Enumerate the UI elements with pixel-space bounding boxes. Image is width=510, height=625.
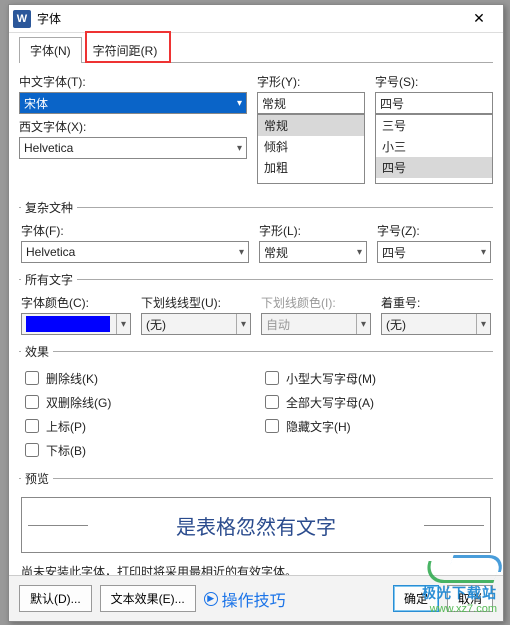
chevron-down-icon: ▾ — [116, 314, 126, 334]
label-font-color: 字体颜色(C): — [21, 294, 131, 311]
underline-type-combo[interactable]: (无) ▾ — [141, 313, 251, 335]
style-input[interactable]: 常规 — [257, 92, 365, 114]
close-button[interactable]: ✕ — [459, 5, 499, 33]
legend-alltext: 所有文字 — [21, 271, 77, 288]
list-item[interactable]: 四号 — [376, 157, 492, 178]
group-effects: 效果 删除线(K) 双删除线(G) 上标(P) 下标(B) 小型大写字母(M) … — [19, 343, 493, 462]
cn-font-value: 宋体 — [24, 95, 48, 112]
tab-font[interactable]: 字体(N) — [19, 37, 82, 63]
label-size: 字号(S): — [375, 73, 493, 90]
style-list[interactable]: 常规 倾斜 加粗 — [257, 114, 365, 184]
label-emphasis: 着重号: — [381, 294, 491, 311]
label-complex-font: 字体(F): — [21, 222, 249, 239]
label-complex-size: 字号(Z): — [377, 222, 491, 239]
checkbox[interactable] — [265, 395, 279, 409]
label-cn-font: 中文字体(T): — [19, 73, 247, 90]
label-style: 字形(Y): — [257, 73, 365, 90]
chevron-down-icon: ▾ — [356, 314, 366, 334]
list-item[interactable]: 倾斜 — [258, 136, 364, 157]
emphasis-value: (无) — [386, 316, 406, 333]
underline-color-combo: 自动 ▾ — [261, 313, 371, 335]
checkbox[interactable] — [265, 371, 279, 385]
complex-size-value: 四号 — [382, 244, 406, 261]
group-complex: 复杂文种 字体(F): Helvetica ▾ 字形(L): 常规 ▾ — [19, 199, 493, 263]
chevron-down-icon: ▾ — [236, 314, 246, 334]
label-complex-style: 字形(L): — [259, 222, 367, 239]
legend-preview: 预览 — [21, 470, 53, 487]
chk-smallcaps[interactable]: 小型大写字母(M) — [261, 366, 491, 390]
list-item[interactable]: 小三 — [376, 136, 492, 157]
list-item[interactable]: 三号 — [376, 115, 492, 136]
west-font-combo[interactable]: Helvetica ▾ — [19, 137, 247, 159]
legend-complex: 复杂文种 — [21, 199, 77, 216]
chk-strike[interactable]: 删除线(K) — [21, 366, 251, 390]
footer: 默认(D)... 文本效果(E)... ▶ 操作技巧 确定 取消 — [9, 575, 503, 621]
ok-button[interactable]: 确定 — [393, 585, 439, 612]
size-list[interactable]: 三号 小三 四号 — [375, 114, 493, 184]
chk-subscript[interactable]: 下标(B) — [21, 438, 251, 462]
group-preview: 预览 是表格忽然有文字 — [19, 470, 493, 557]
checkbox[interactable] — [25, 419, 39, 433]
label-west-font: 西文字体(X): — [19, 118, 247, 135]
complex-style-value: 常规 — [264, 244, 288, 261]
play-icon: ▶ — [204, 592, 218, 606]
underline-color-value: 自动 — [266, 316, 290, 333]
tab-char-spacing[interactable]: 字符间距(R) — [82, 37, 169, 63]
checkbox[interactable] — [265, 419, 279, 433]
west-font-value: Helvetica — [24, 141, 73, 155]
complex-font-value: Helvetica — [26, 245, 75, 259]
chk-double-strike[interactable]: 双删除线(G) — [21, 390, 251, 414]
cancel-button[interactable]: 取消 — [447, 585, 493, 612]
checkbox[interactable] — [25, 395, 39, 409]
list-item[interactable]: 加粗 — [258, 157, 364, 178]
chevron-down-icon: ▾ — [237, 98, 242, 109]
preview-box: 是表格忽然有文字 — [21, 497, 491, 553]
complex-style-combo[interactable]: 常规 ▾ — [259, 241, 367, 263]
checkbox[interactable] — [25, 443, 39, 457]
tab-strip: 字体(N) 字符间距(R) — [19, 37, 493, 63]
complex-size-combo[interactable]: 四号 ▾ — [377, 241, 491, 263]
font-color-picker[interactable]: ▾ — [21, 313, 131, 335]
chk-hidden[interactable]: 隐藏文字(H) — [261, 414, 491, 438]
list-item[interactable]: 常规 — [258, 115, 364, 136]
style-value: 常规 — [262, 95, 286, 112]
font-dialog: W 字体 ✕ 字体(N) 字符间距(R) 中文字体(T): 宋体 ▾ 字形(Y)… — [8, 4, 504, 622]
chevron-down-icon: ▾ — [237, 143, 242, 154]
underline-type-value: (无) — [146, 316, 166, 333]
legend-effects: 效果 — [21, 343, 53, 360]
color-swatch — [26, 316, 110, 332]
label-underline-type: 下划线线型(U): — [141, 294, 251, 311]
preview-text: 是表格忽然有文字 — [176, 511, 336, 540]
tips-link[interactable]: ▶ 操作技巧 — [204, 587, 286, 611]
text-effects-button[interactable]: 文本效果(E)... — [100, 585, 196, 612]
dialog-title: 字体 — [37, 10, 459, 27]
chevron-down-icon: ▾ — [239, 247, 244, 258]
chevron-down-icon: ▾ — [357, 247, 362, 258]
chk-superscript[interactable]: 上标(P) — [21, 414, 251, 438]
label-underline-color: 下划线颜色(I): — [261, 294, 371, 311]
chk-allcaps[interactable]: 全部大写字母(A) — [261, 390, 491, 414]
group-alltext: 所有文字 字体颜色(C): ▾ 下划线线型(U): (无) ▾ — [19, 271, 493, 335]
default-button[interactable]: 默认(D)... — [19, 585, 92, 612]
cn-font-combo[interactable]: 宋体 ▾ — [19, 92, 247, 114]
app-icon: W — [13, 10, 31, 28]
emphasis-combo[interactable]: (无) ▾ — [381, 313, 491, 335]
size-input[interactable]: 四号 — [375, 92, 493, 114]
checkbox[interactable] — [25, 371, 39, 385]
chevron-down-icon: ▾ — [481, 247, 486, 258]
size-value: 四号 — [380, 95, 404, 112]
titlebar: W 字体 ✕ — [9, 5, 503, 33]
chevron-down-icon: ▾ — [476, 314, 486, 334]
complex-font-combo[interactable]: Helvetica ▾ — [21, 241, 249, 263]
